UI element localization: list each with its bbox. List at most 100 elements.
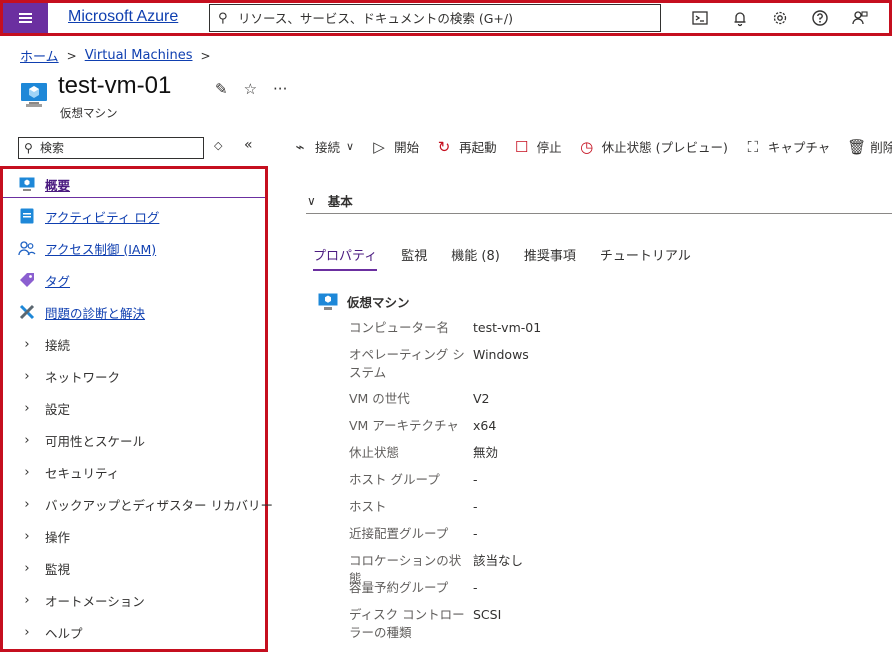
portal-menu-button[interactable] (3, 3, 48, 33)
notifications-button[interactable] (720, 6, 760, 30)
gear-icon (773, 11, 787, 25)
property-row: VM アーキテクチャ x64 (349, 417, 496, 435)
breadcrumb: ホーム > Virtual Machines > (20, 46, 219, 65)
property-row: 容量予約グループ - (349, 579, 478, 597)
sidebar-group-backup[interactable]: › バックアップとディザスター リカバリー (18, 493, 273, 515)
connect-button[interactable]: ⌁ 接続 ∨ (292, 137, 354, 156)
tab-capabilities[interactable]: 機能 (8) (451, 245, 500, 271)
sidebar-item-label: 概要 (45, 177, 71, 193)
property-row: VM の世代 V2 (349, 390, 490, 408)
connect-label: 接続 (315, 140, 341, 155)
property-value: Windows (473, 347, 529, 362)
chevron-right-icon: › (24, 336, 30, 352)
sidebar-group-availability[interactable]: › 可用性とスケール (18, 429, 145, 451)
sidebar-group-connect[interactable]: › 接続 (18, 333, 70, 355)
tab-recommendations[interactable]: 推奨事項 (524, 245, 576, 271)
help-button[interactable] (800, 6, 840, 30)
wrench-icon (18, 303, 36, 321)
chevron-down-icon: ∨ (307, 193, 316, 208)
property-row: ディスク コントローラーの種類 SCSI (349, 606, 501, 642)
sidebar-group-network[interactable]: › ネットワーク (18, 365, 120, 387)
cloud-shell-icon (692, 11, 708, 25)
restart-button[interactable]: ↻ 再起動 (436, 137, 497, 156)
sidebar-item-label: タグ (45, 273, 71, 289)
clock-icon: ◷ (580, 137, 594, 156)
property-key: VM アーキテクチャ (349, 418, 459, 433)
chevron-right-icon: › (24, 624, 30, 640)
breadcrumb-home[interactable]: ホーム (20, 46, 59, 65)
property-value: test-vm-01 (473, 320, 542, 335)
tab-properties[interactable]: プロパティ (313, 245, 378, 271)
play-icon: ▷ (373, 137, 385, 156)
tag-icon (18, 271, 36, 289)
property-value: - (473, 526, 478, 541)
essentials-toggle[interactable]: ∨ 基本 (307, 191, 353, 210)
breadcrumb-virtual-machines[interactable]: Virtual Machines (85, 48, 193, 63)
settings-button[interactable] (760, 6, 800, 30)
global-search-input[interactable] (238, 10, 648, 26)
sidebar-group-automation[interactable]: › オートメーション (18, 589, 144, 611)
chevron-down-icon: ∨ (346, 140, 355, 153)
chevron-right-icon: › (24, 560, 30, 576)
restart-label: 再起動 (459, 140, 497, 155)
more-options-button[interactable]: ··· (273, 80, 287, 98)
delete-button[interactable]: 🗑 削除 (847, 137, 892, 156)
breadcrumb-separator: > (66, 48, 77, 63)
hibernate-button[interactable]: ◷ 休止状態 (プレビュー) (579, 137, 728, 156)
sidebar-group-security[interactable]: › セキュリティ (18, 461, 119, 483)
chevron-right-icon: › (24, 496, 30, 512)
brand-link[interactable]: Microsoft Azure (68, 8, 178, 26)
sidebar-item-label: 操作 (45, 529, 71, 545)
monitor-icon (18, 175, 36, 193)
plug-icon: ⌁ (295, 137, 305, 156)
tab-monitoring[interactable]: 監視 (401, 245, 427, 271)
sidebar-group-settings[interactable]: › 設定 (18, 397, 70, 419)
capture-icon: ⛶ (747, 137, 759, 156)
sidebar-item-tags[interactable]: タグ (18, 269, 70, 291)
sidebar-item-label: アクセス制御 (IAM) (45, 241, 157, 257)
property-row: 近接配置グループ - (349, 525, 478, 543)
chevron-right-icon: › (24, 400, 30, 416)
stop-icon: ☐ (514, 137, 529, 156)
trash-icon: 🗑 (847, 137, 867, 156)
property-key: オペレーティング システム (349, 347, 465, 380)
property-value: - (473, 499, 478, 514)
page-subtitle: 仮想マシン (60, 106, 118, 120)
sidebar-group-monitoring[interactable]: › 監視 (18, 557, 70, 579)
capture-button[interactable]: ⛶ キャプチャ (745, 137, 831, 156)
sidebar-group-help[interactable]: › ヘルプ (18, 621, 82, 643)
property-row: ホスト グループ - (349, 471, 478, 489)
page-title: test-vm-01 (58, 72, 172, 99)
resource-menu-search[interactable]: ⚲ (18, 137, 204, 159)
overview-tabs: プロパティ 監視 機能 (8) 推奨事項 チュートリアル (313, 245, 715, 271)
stop-button[interactable]: ☐ 停止 (514, 137, 562, 156)
expand-collapse-icon[interactable]: ◇ (214, 139, 222, 152)
pin-icon[interactable]: ✎ (215, 80, 228, 98)
bell-icon (734, 12, 746, 27)
property-value: V2 (473, 391, 490, 406)
resource-menu-search-input[interactable] (40, 141, 200, 155)
top-bar: Microsoft Azure ⚲ (0, 0, 892, 36)
tab-tutorials[interactable]: チュートリアル (600, 245, 691, 271)
sidebar-item-overview[interactable]: 概要 (18, 173, 70, 195)
hamburger-icon (19, 13, 32, 23)
capture-label: キャプチャ (767, 140, 831, 155)
stop-label: 停止 (536, 140, 562, 155)
breadcrumb-separator: > (200, 48, 211, 63)
search-icon: ⚲ (218, 10, 228, 26)
properties-heading-label: 仮想マシン (347, 295, 410, 310)
start-button[interactable]: ▷ 開始 (371, 137, 419, 156)
help-icon (812, 10, 828, 26)
property-row: ホスト - (349, 498, 478, 516)
sidebar-item-activity-log[interactable]: アクティビティ ログ (18, 205, 159, 227)
sidebar-item-diagnose[interactable]: 問題の診断と解決 (18, 301, 145, 323)
feedback-button[interactable] (840, 6, 880, 30)
cloud-shell-button[interactable] (680, 6, 720, 30)
sidebar-item-label: 問題の診断と解決 (45, 305, 146, 321)
sidebar-item-access-control[interactable]: アクセス制御 (IAM) (18, 237, 156, 259)
global-search[interactable]: ⚲ (209, 4, 661, 32)
favorite-star-icon[interactable]: ☆ (244, 80, 257, 98)
sidebar-group-operations[interactable]: › 操作 (18, 525, 70, 547)
divider (306, 213, 892, 214)
collapse-menu-icon[interactable]: « (244, 137, 253, 153)
